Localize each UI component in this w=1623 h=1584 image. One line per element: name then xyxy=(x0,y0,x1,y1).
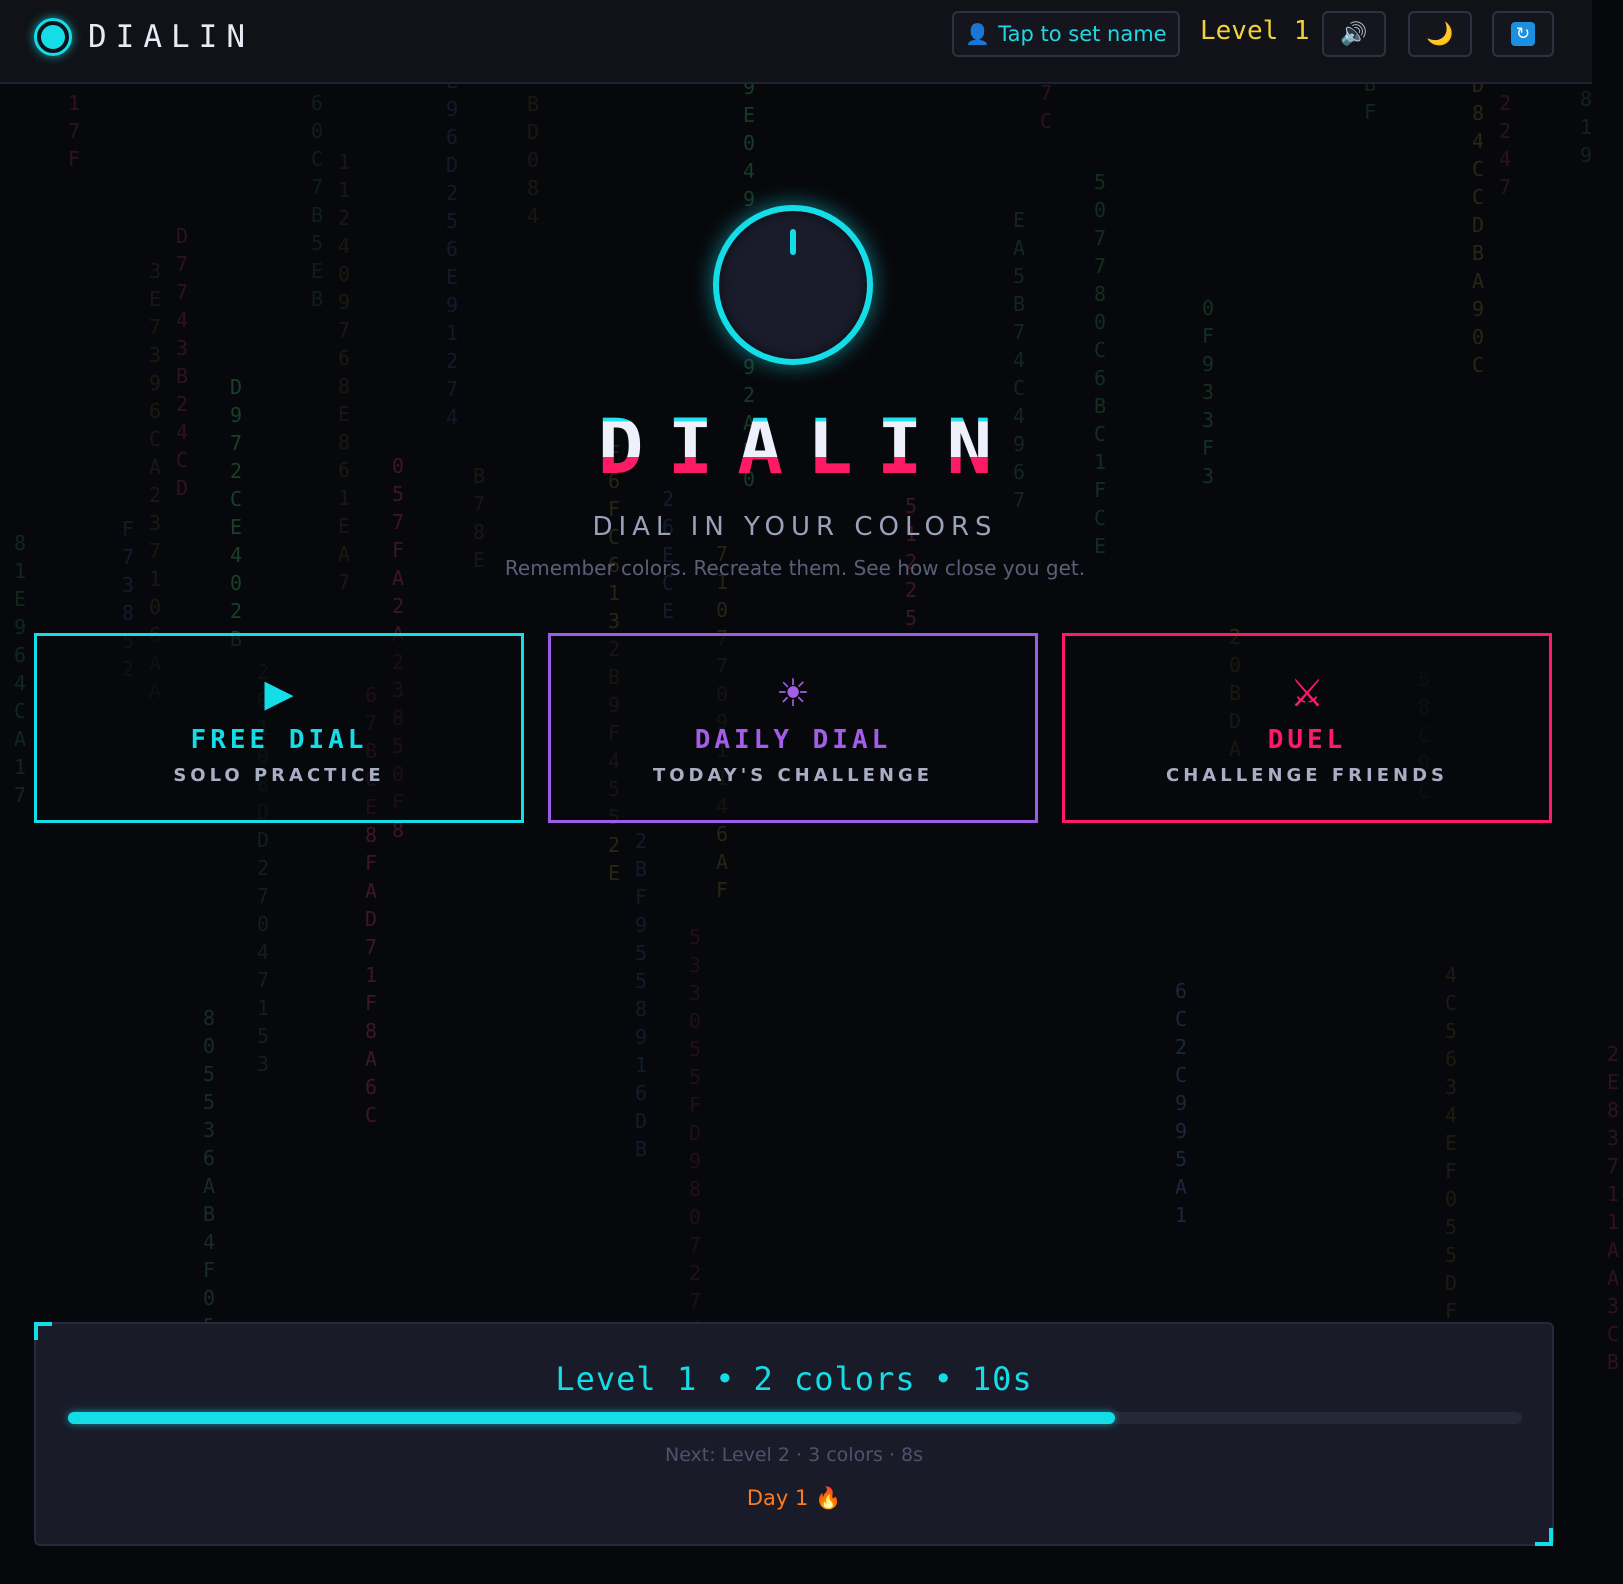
hero-subtitle: Remember colors. Recreate them. See how … xyxy=(504,556,1086,580)
brand-name: DIALIN xyxy=(88,19,254,55)
matrix-column: 2 E 8 3 7 1 1 A A 3 C B xyxy=(1606,1042,1620,1374)
matrix-column: 4 E 9 6 D 2 5 6 E 9 1 2 7 4 xyxy=(445,41,459,429)
matrix-column: 6 C 2 C 9 9 5 A 1 xyxy=(1174,979,1188,1227)
top-bar: DIALIN 👤 Tap to set name Level 1 🔊 🌙 ↻ xyxy=(0,0,1592,84)
card-subtitle: CHALLENGE FRIENDS xyxy=(1166,764,1448,786)
colors-label: 2 colors xyxy=(753,1360,916,1398)
matrix-column: 4 C 5 6 3 4 E F 0 5 5 D F xyxy=(1444,963,1458,1323)
next-level-text: Next: Level 2 · 3 colors · 8s xyxy=(664,1444,924,1466)
level-label: Level 1 xyxy=(555,1360,698,1398)
play-icon: ▶ xyxy=(264,670,294,715)
user-icon: 👤 xyxy=(965,22,991,46)
sound-toggle-button[interactable]: 🔊 xyxy=(1322,11,1386,57)
brand[interactable]: DIALIN xyxy=(34,17,254,57)
streak-text: Day 1 🔥 xyxy=(36,1486,1552,1511)
hero-tagline: DIAL IN YOUR COLORS xyxy=(592,512,998,542)
matrix-column: 2 6 E C E xyxy=(661,487,675,623)
matrix-column: D 8 4 C C D B A 9 0 C xyxy=(1471,73,1485,377)
sync-button[interactable]: ↻ xyxy=(1492,11,1554,57)
streak-label: Day 1 xyxy=(746,1486,809,1510)
dial-indicator xyxy=(790,229,796,255)
set-name-button[interactable]: 👤 Tap to set name xyxy=(952,11,1180,57)
level-summary: Level 1 • 2 colors • 10s xyxy=(36,1360,1552,1398)
card-title: DAILY DIAL xyxy=(694,724,892,755)
refresh-icon: ↻ xyxy=(1511,22,1535,46)
level-progress-panel: Level 1 • 2 colors • 10s Next: Level 2 · 3 c… xyxy=(34,1322,1554,1546)
matrix-column: 2 B F 9 5 5 8 9 1 6 D B xyxy=(634,829,648,1161)
panel-corner-bottom-right xyxy=(1535,1528,1553,1546)
matrix-column: 5 3 3 0 5 5 F D 9 8 0 7 2 7 4 3 xyxy=(688,925,702,1369)
matrix-column: B D 0 8 4 xyxy=(526,92,540,228)
dial-logo-icon xyxy=(34,18,72,56)
separator-dot: • xyxy=(933,1360,954,1398)
daily-dial-card[interactable]: ☀ DAILY DIAL TODAY'S CHALLENGE xyxy=(548,633,1038,823)
card-title: FREE DIAL xyxy=(190,724,368,755)
time-label: 10s xyxy=(971,1360,1033,1398)
duel-card[interactable]: ⚔ DUEL CHALLENGE FRIENDS xyxy=(1062,633,1552,823)
sun-icon: ☀ xyxy=(775,670,811,715)
free-dial-card[interactable]: ▶ FREE DIAL SOLO PRACTICE xyxy=(34,633,524,823)
crossed-swords-icon: ⚔ xyxy=(1289,670,1325,715)
hero-title: DIALIN xyxy=(0,402,1590,491)
card-subtitle: TODAY'S CHALLENGE xyxy=(652,764,934,786)
theme-toggle-button[interactable]: 🌙 xyxy=(1408,11,1472,57)
matrix-column: 5 0 7 7 8 0 C 6 B C 1 F C E xyxy=(1093,170,1107,558)
card-title: DUEL xyxy=(1267,724,1347,755)
panel-corner-top-left xyxy=(34,1322,52,1340)
dial-knob xyxy=(713,205,873,365)
level-badge: Level 1 xyxy=(1200,16,1310,46)
progress-bar xyxy=(68,1412,1522,1424)
card-subtitle: SOLO PRACTICE xyxy=(173,764,385,786)
matrix-column: 8 0 5 5 3 6 A B 4 F 0 5 xyxy=(202,1006,216,1338)
set-name-label: Tap to set name xyxy=(998,22,1167,46)
speaker-icon: 🔊 xyxy=(1340,21,1368,47)
flame-icon: 🔥 xyxy=(815,1486,842,1510)
moon-icon: 🌙 xyxy=(1426,21,1454,47)
app-page: 8 1 E 9 6 4 C A 1 7 0 F F 1 7 F F 7 3 8 … xyxy=(0,0,1623,1584)
separator-dot: • xyxy=(715,1360,736,1398)
progress-bar-fill xyxy=(68,1412,1115,1424)
